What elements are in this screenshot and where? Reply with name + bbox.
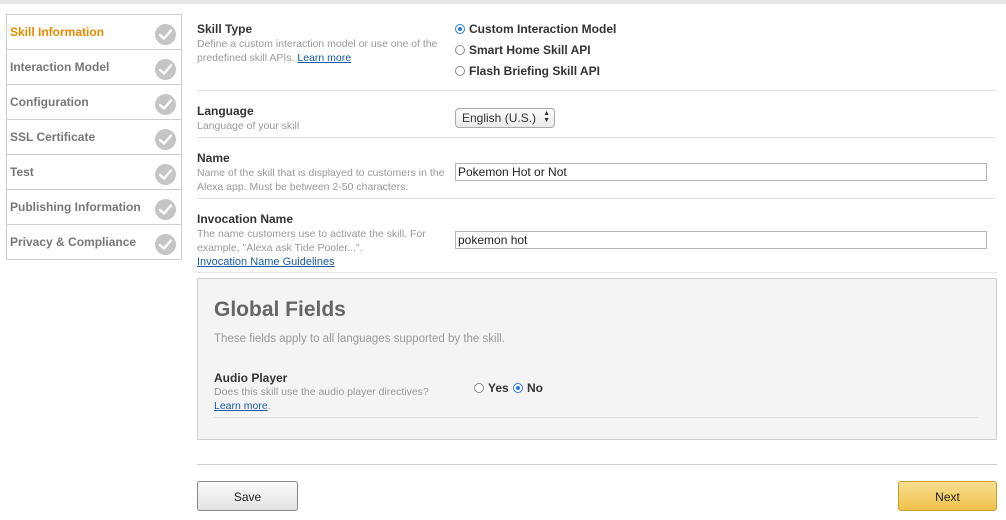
name-title: Name bbox=[197, 151, 230, 165]
sidebar-item-label: Test bbox=[10, 165, 34, 179]
sidebar-item-privacy-compliance[interactable]: Privacy & Compliance bbox=[7, 225, 181, 260]
radio-smart-home-skill-api[interactable]: Smart Home Skill API bbox=[455, 43, 591, 57]
sidebar-item-configuration[interactable]: Configuration bbox=[7, 85, 181, 120]
radio-custom-interaction-model[interactable]: Custom Interaction Model bbox=[455, 22, 616, 36]
sidebar-item-label: SSL Certificate bbox=[10, 130, 96, 144]
audio-player-yes-radio[interactable]: Yes bbox=[474, 381, 509, 395]
radio-flash-briefing-skill-api[interactable]: Flash Briefing Skill API bbox=[455, 64, 600, 78]
top-bar bbox=[0, 0, 1006, 4]
audio-player-learn-more-link[interactable]: Learn more bbox=[214, 400, 268, 412]
sidebar-item-label: Skill Information bbox=[10, 25, 105, 39]
invocation-section: Invocation Name The name customers use t… bbox=[197, 212, 997, 270]
invocation-title: Invocation Name bbox=[197, 212, 294, 226]
skill-type-learn-more-link[interactable]: Learn more bbox=[297, 52, 351, 64]
radio-icon bbox=[455, 44, 465, 55]
language-select[interactable]: English (U.S.) ▲ ▼ bbox=[455, 108, 556, 128]
sidebar-item-interaction-model[interactable]: Interaction Model bbox=[7, 50, 181, 85]
sidebar-nav: Skill Information Interaction Model Conf… bbox=[6, 14, 182, 260]
radio-icon bbox=[474, 382, 484, 393]
language-section: Language Language of your skill English … bbox=[197, 104, 997, 136]
radio-selected-icon bbox=[513, 382, 523, 393]
select-arrows-icon: ▲ ▼ bbox=[543, 110, 551, 124]
language-select-value: English (U.S.) bbox=[462, 111, 537, 125]
radio-label: Custom Interaction Model bbox=[469, 22, 617, 36]
language-title: Language bbox=[197, 104, 254, 118]
sidebar-item-skill-information[interactable]: Skill Information bbox=[7, 15, 181, 50]
audio-player-title: Audio Player bbox=[214, 371, 288, 385]
sidebar-item-ssl-certificate[interactable]: SSL Certificate bbox=[7, 120, 181, 155]
check-circle-icon bbox=[155, 199, 176, 220]
radio-selected-icon bbox=[455, 23, 465, 34]
global-fields-title: Global Fields bbox=[214, 298, 346, 321]
period-text: . bbox=[267, 400, 271, 412]
global-fields-subtitle: These fields apply to all languages supp… bbox=[214, 333, 505, 345]
audio-player-no-radio[interactable]: No bbox=[513, 381, 543, 395]
sidebar-item-label: Interaction Model bbox=[10, 60, 110, 74]
radio-label: Smart Home Skill API bbox=[469, 43, 591, 57]
check-circle-icon bbox=[155, 94, 176, 115]
sidebar-item-label: Privacy & Compliance bbox=[10, 235, 137, 249]
audio-player-description: Does this skill use the audio player dir… bbox=[214, 385, 454, 413]
name-section: Name Name of the skill that is displayed… bbox=[197, 151, 997, 195]
divider bbox=[197, 137, 997, 138]
skill-type-description: Define a custom interaction model or use… bbox=[197, 37, 447, 65]
language-description: Language of your skill bbox=[197, 120, 300, 132]
invocation-guidelines-link[interactable]: Invocation Name Guidelines bbox=[197, 255, 447, 269]
sidebar-item-label: Publishing Information bbox=[10, 200, 141, 214]
divider bbox=[197, 90, 997, 91]
audio-player-desc-text: Does this skill use the audio player dir… bbox=[214, 386, 429, 398]
save-button[interactable]: Save bbox=[197, 481, 298, 511]
sidebar-item-publishing-information[interactable]: Publishing Information bbox=[7, 190, 181, 225]
radio-label: Flash Briefing Skill API bbox=[469, 64, 600, 78]
check-circle-icon bbox=[155, 234, 176, 255]
skill-type-section: Skill Type Define a custom interaction m… bbox=[197, 22, 997, 88]
next-button[interactable]: Next bbox=[898, 481, 997, 511]
check-circle-icon bbox=[155, 129, 176, 150]
invocation-description: The name customers use to activate the s… bbox=[197, 228, 426, 254]
skill-name-input[interactable] bbox=[455, 163, 987, 181]
divider bbox=[214, 417, 978, 418]
radio-label: Yes bbox=[488, 381, 509, 395]
radio-label: No bbox=[527, 381, 543, 395]
divider bbox=[197, 272, 997, 273]
skill-type-title: Skill Type bbox=[197, 22, 253, 36]
check-circle-icon bbox=[155, 59, 176, 80]
invocation-name-input[interactable] bbox=[455, 231, 987, 249]
radio-icon bbox=[455, 65, 465, 76]
divider bbox=[197, 198, 997, 199]
check-circle-icon bbox=[155, 164, 176, 185]
sidebar-item-label: Configuration bbox=[10, 95, 89, 109]
divider bbox=[197, 464, 997, 465]
sidebar-item-test[interactable]: Test bbox=[7, 155, 181, 190]
name-description: Name of the skill that is displayed to c… bbox=[197, 167, 445, 193]
check-circle-icon bbox=[155, 24, 176, 45]
global-fields-panel: Global Fields These fields apply to all … bbox=[197, 278, 997, 440]
